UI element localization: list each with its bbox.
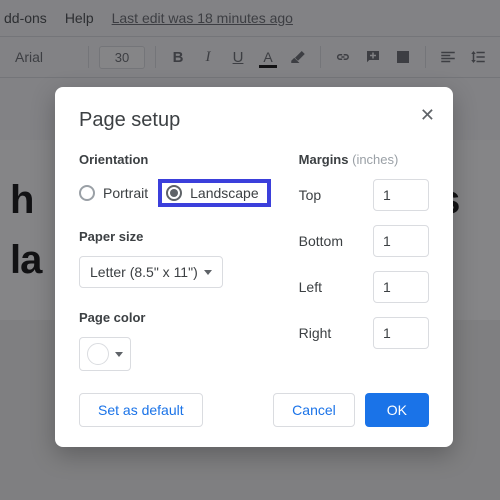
landscape-highlight: Landscape xyxy=(158,179,271,207)
radio-icon xyxy=(79,185,95,201)
margin-bottom-label: Bottom xyxy=(299,233,343,249)
page-color-select[interactable] xyxy=(79,337,131,371)
margin-bottom-input[interactable] xyxy=(373,225,429,257)
orientation-landscape-radio[interactable]: Landscape xyxy=(166,185,259,201)
radio-label: Landscape xyxy=(190,185,259,201)
cancel-button[interactable]: Cancel xyxy=(273,393,355,427)
ok-button[interactable]: OK xyxy=(365,393,429,427)
page-color-label: Page color xyxy=(79,310,271,325)
color-swatch-icon xyxy=(87,343,109,365)
paper-size-label: Paper size xyxy=(79,229,271,244)
margin-left-label: Left xyxy=(299,279,322,295)
radio-icon xyxy=(166,185,182,201)
close-icon[interactable]: ✕ xyxy=(420,105,435,126)
dialog-title: Page setup xyxy=(79,109,429,132)
paper-size-select[interactable]: Letter (8.5" x 11") xyxy=(79,256,223,288)
margin-top-label: Top xyxy=(299,187,322,203)
set-default-button[interactable]: Set as default xyxy=(79,393,203,427)
margin-left-input[interactable] xyxy=(373,271,429,303)
dropdown-value: Letter (8.5" x 11") xyxy=(90,264,198,280)
orientation-portrait-radio[interactable]: Portrait xyxy=(79,185,148,201)
margin-right-label: Right xyxy=(299,325,332,341)
chevron-down-icon xyxy=(115,352,123,357)
margin-right-input[interactable] xyxy=(373,317,429,349)
chevron-down-icon xyxy=(204,270,212,275)
page-setup-dialog: Page setup ✕ Orientation Portrait Landsc… xyxy=(55,87,453,447)
margin-top-input[interactable] xyxy=(373,179,429,211)
orientation-label: Orientation xyxy=(79,152,271,167)
margins-label: Margins (inches) xyxy=(299,152,429,167)
radio-label: Portrait xyxy=(103,185,148,201)
